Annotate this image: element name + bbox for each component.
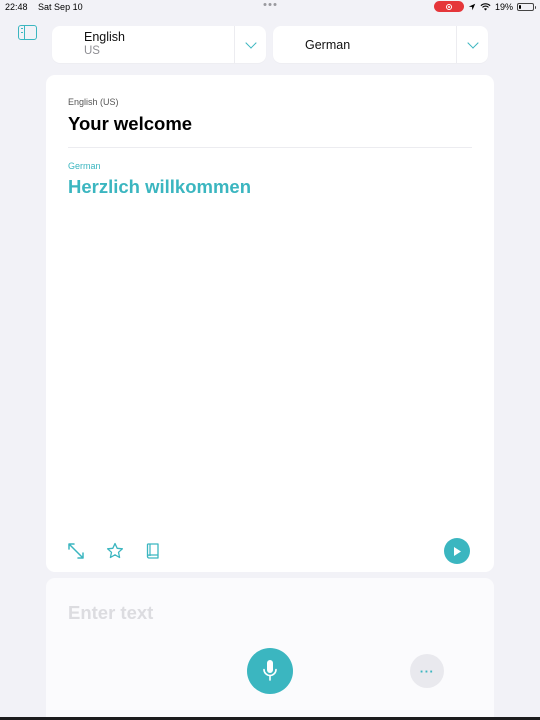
- enter-text-input[interactable]: Enter text: [68, 602, 153, 624]
- chevron-down-icon[interactable]: [467, 37, 479, 49]
- input-card: Enter text ···: [46, 578, 494, 720]
- source-text-language-label: English (US): [68, 97, 119, 107]
- source-language-region: US: [84, 45, 100, 57]
- microphone-button[interactable]: [247, 648, 293, 694]
- translated-text-language-label: German: [68, 161, 101, 171]
- source-language-name: English: [84, 30, 125, 44]
- battery-percentage: 19%: [494, 1, 513, 12]
- chevron-down-icon[interactable]: [245, 37, 257, 49]
- card-divider: [68, 147, 472, 148]
- source-language-selector[interactable]: English US: [52, 26, 266, 63]
- multitasking-dots-icon[interactable]: [263, 3, 277, 6]
- microphone-icon: [263, 660, 277, 681]
- selector-divider: [456, 26, 457, 63]
- translate-app-screen: 22:48 Sat Sep 10 19% English US German E…: [0, 0, 540, 720]
- battery-level: [519, 4, 521, 9]
- battery-icon: [517, 2, 536, 11]
- translated-text[interactable]: Herzlich willkommen: [68, 176, 251, 198]
- status-time: 22:48: [5, 2, 28, 12]
- more-options-button[interactable]: ···: [410, 654, 444, 688]
- location-arrow-icon: [468, 3, 476, 10]
- more-icon: ···: [419, 663, 435, 679]
- target-language-name: German: [305, 38, 351, 52]
- star-icon[interactable]: [106, 542, 124, 560]
- target-language-selector[interactable]: German: [273, 26, 488, 63]
- sidebar-icon[interactable]: [18, 25, 37, 40]
- source-text[interactable]: Your welcome: [68, 113, 192, 135]
- play-icon: [454, 546, 461, 556]
- wifi-icon: [480, 2, 491, 11]
- status-date: Sat Sep 10: [38, 2, 83, 12]
- screen-recording-icon[interactable]: [433, 1, 464, 12]
- book-icon[interactable]: [144, 542, 162, 560]
- translation-card: English (US) Your welcome German Herzlic…: [46, 75, 494, 572]
- selector-divider: [234, 26, 235, 63]
- status-bar: 22:48 Sat Sep 10 19%: [0, 0, 540, 14]
- expand-icon[interactable]: [67, 542, 85, 560]
- play-button[interactable]: [444, 538, 470, 564]
